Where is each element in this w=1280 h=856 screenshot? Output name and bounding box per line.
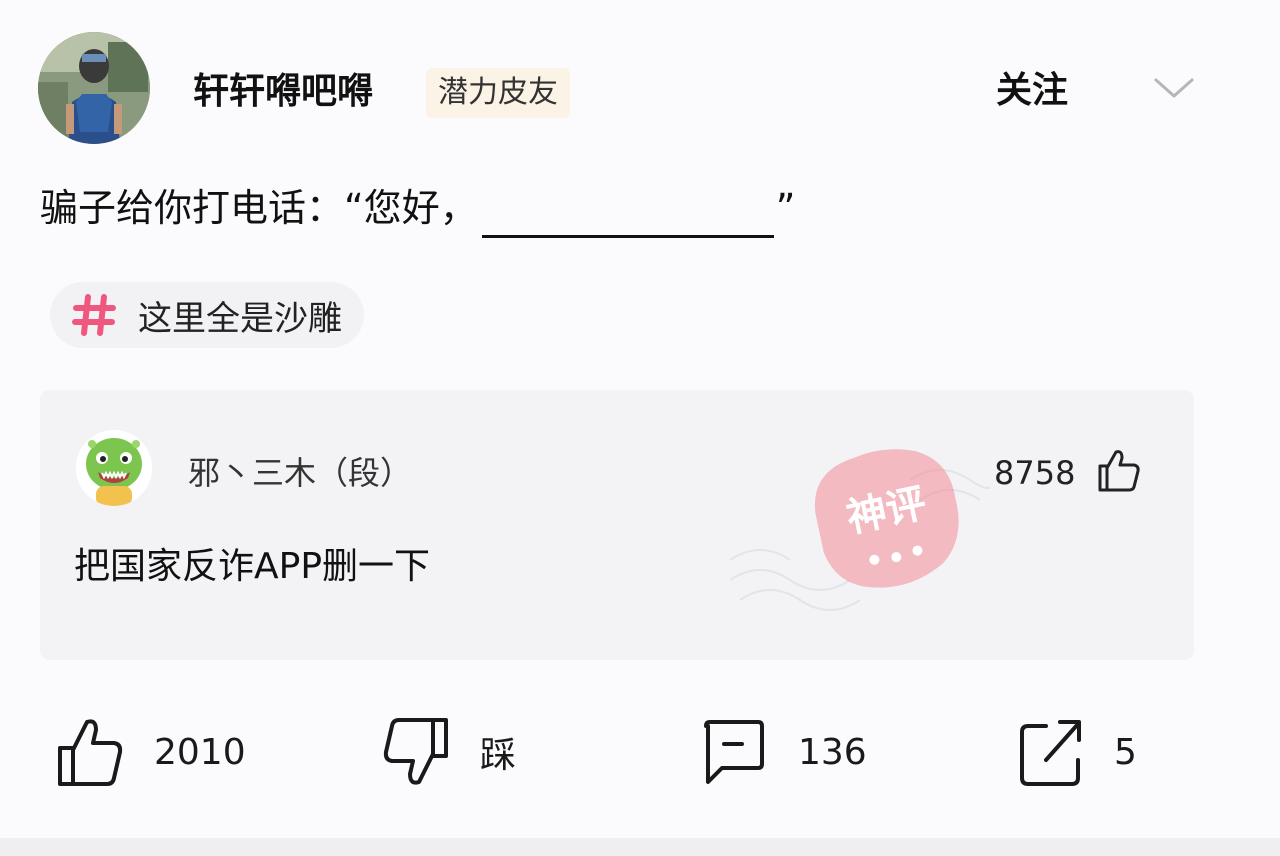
share-count: 5: [1114, 731, 1137, 773]
topic-tag[interactable]: 这里全是沙雕: [50, 282, 364, 348]
author-avatar[interactable]: [38, 32, 150, 144]
follow-button[interactable]: 关注: [996, 64, 1068, 118]
hot-comment[interactable]: 邪丶三木（段） 神评 8758 把国家反诈APP删一下: [40, 390, 1194, 660]
thumbs-up-icon[interactable]: [1094, 446, 1142, 494]
bottom-divider: [0, 838, 1280, 856]
comment-button[interactable]: 136: [700, 712, 867, 792]
post-text-prefix: 骗子给你打电话：“您好，: [40, 186, 478, 230]
author-name[interactable]: 轩轩嘚吧嘚: [193, 66, 373, 118]
hash-icon: [72, 294, 116, 336]
post-card: 轩轩嘚吧嘚 潜力皮友 关注 骗子给你打电话：“您好， ” 这里全是沙雕 邪丶三木（…: [0, 0, 1280, 856]
comment-like-count: 8758: [994, 454, 1076, 492]
hot-comment-stamp-icon: 神评: [730, 449, 990, 611]
thumbs-down-icon: [383, 718, 448, 785]
comment-count: 136: [798, 731, 867, 773]
dislike-button[interactable]: 踩: [382, 712, 516, 792]
share-icon: [1020, 720, 1081, 786]
like-count: 2010: [154, 731, 246, 773]
chevron-down-icon[interactable]: [1152, 70, 1196, 106]
topic-label: 这里全是沙雕: [138, 298, 342, 339]
comment-author-name[interactable]: 邪丶三木（段）: [188, 450, 412, 496]
post-text-suffix: ”: [775, 186, 796, 230]
dislike-label: 踩: [480, 735, 517, 776]
post-text: 骗子给你打电话：“您好， ”: [40, 178, 795, 238]
comment-text: 把国家反诈APP删一下: [74, 546, 431, 587]
avatar-photo-icon: [38, 32, 150, 144]
author-badge: 潜力皮友: [426, 68, 570, 118]
fill-in-blank-line: [481, 201, 774, 238]
comment-bubble-icon: [704, 720, 764, 784]
like-button[interactable]: 2010: [56, 712, 246, 792]
thumbs-up-icon: [58, 719, 123, 786]
comment-author-avatar[interactable]: [76, 430, 152, 506]
dinosaur-avatar-icon: [76, 430, 152, 506]
share-button[interactable]: 5: [1016, 712, 1137, 792]
